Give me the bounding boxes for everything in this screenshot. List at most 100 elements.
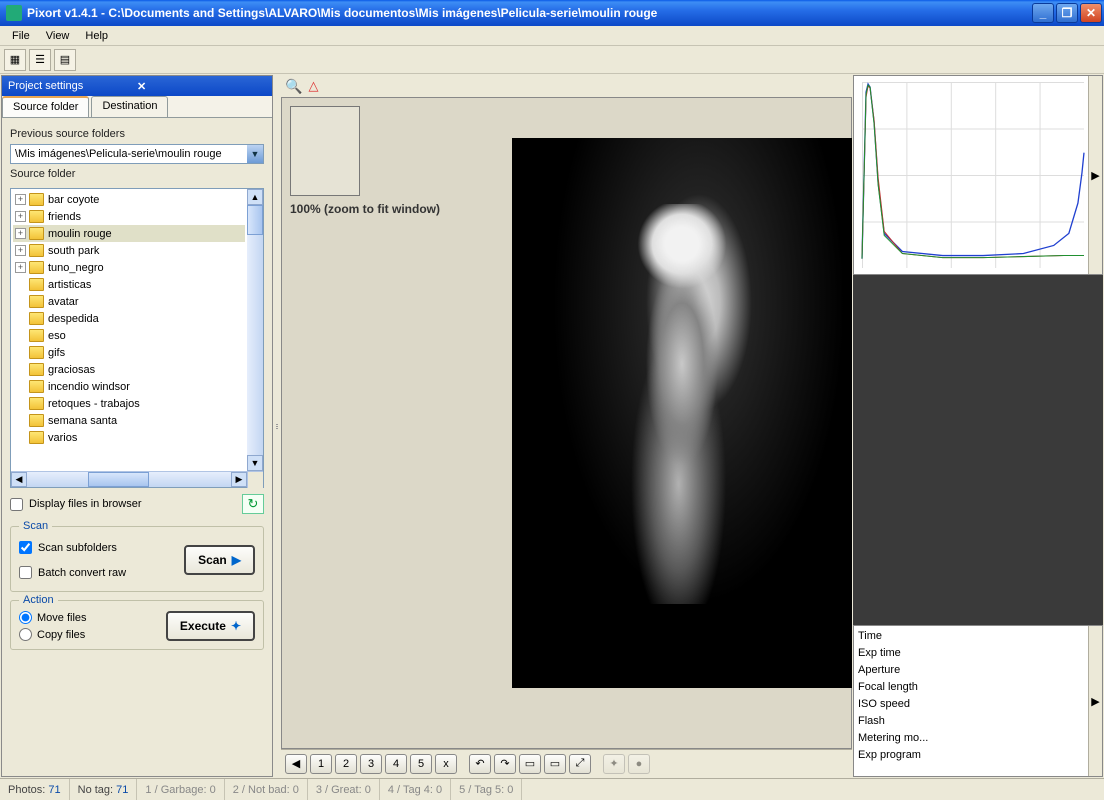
hscroll-left-icon[interactable]: ◀ [11,472,27,487]
previous-folders-combo[interactable]: \Mis imágenes\Pelicula-serie\moulin roug… [10,144,264,164]
image-button-bar: ◀ 1 2 3 4 5 x ↶ ↷ ▭ ▭ ⤢ ✦ ● [281,749,852,777]
tree-item[interactable]: artisticas [13,276,245,293]
exif-panel: TimeExp timeApertureFocal lengthISO spee… [853,625,1103,777]
tree-item[interactable]: +friends [13,208,245,225]
expander-icon[interactable]: + [15,194,26,205]
tree-item[interactable]: + tuno_negro [13,259,245,276]
thumbnail-frame[interactable] [290,106,360,196]
menubar: File View Help [0,26,1104,46]
tag-x-button[interactable]: x [435,754,457,774]
tree-item-label: varios [48,432,77,444]
exif-row: Metering mo... [858,730,1084,747]
tree-item-label: tuno_negro [48,262,104,274]
expander-icon[interactable]: + [15,262,26,273]
tree-item[interactable]: retoques - trabajos [13,395,245,412]
histogram-panel: ▶ [853,75,1103,275]
panel-tabs: Source folder Destination [2,96,272,118]
tree-item[interactable]: eso [13,327,245,344]
tree-item[interactable]: +bar coyote [13,191,245,208]
exif-row: Exp time [858,645,1084,662]
copy-files-radio[interactable] [19,628,32,641]
tree-item[interactable]: despedida [13,310,245,327]
folder-tree[interactable]: +bar coyote+friends+moulin rouge+south p… [10,188,264,488]
execute-button[interactable]: Execute✦ [166,611,255,641]
menu-help[interactable]: Help [77,28,116,44]
maximize-button[interactable]: ❐ [1056,3,1078,23]
tag-1-button[interactable]: 1 [310,754,332,774]
tree-item-label: moulin rouge [48,228,112,240]
tag-4-button[interactable]: 4 [385,754,407,774]
expander-icon[interactable]: + [15,228,26,239]
image-toolbar: 🔍 △ [281,75,852,97]
rotate-left-button[interactable]: ↶ [469,754,491,774]
tag-3-button[interactable]: 3 [360,754,382,774]
tab-source-folder[interactable]: Source folder [2,96,89,117]
folder-icon [29,312,44,325]
tree-hscroll[interactable]: ◀ ▶ [11,471,263,487]
scroll-up-icon[interactable]: ▲ [247,189,263,205]
minimize-button[interactable]: _ [1032,3,1054,23]
previous-folders-label: Previous source folders [10,128,264,140]
prev-image-button[interactable]: ◀ [285,754,307,774]
tree-item-label: eso [48,330,66,342]
tool-a-button: ✦ [603,754,625,774]
tag-2-button[interactable]: 2 [335,754,357,774]
tree-item-label: despedida [48,313,99,325]
scroll-down-icon[interactable]: ▼ [247,455,263,471]
hscroll-thumb[interactable] [88,472,149,487]
center-area: 🔍 △ 100% (zoom to fit window) ◀ 1 2 3 4 … [281,75,852,777]
crop-button[interactable]: ▭ [519,754,541,774]
panel-title: Project settings [8,80,137,92]
toolbar-btn-3[interactable]: ▤ [54,49,76,71]
expander-icon[interactable]: + [15,211,26,222]
toolbar-btn-2[interactable]: ☰ [29,49,51,71]
tree-item[interactable]: incendio windsor [13,378,245,395]
display-files-checkbox[interactable] [10,498,23,511]
batch-convert-checkbox[interactable] [19,566,32,579]
combo-drop-icon[interactable]: ▼ [247,145,263,163]
scan-subfolders-checkbox[interactable] [19,541,32,554]
tag-5-button[interactable]: 5 [410,754,432,774]
exif-row: Flash [858,713,1084,730]
exif-collapse-button[interactable]: ▶ [1088,626,1102,776]
window-title: Pixort v1.4.1 - C:\Documents and Setting… [27,6,1030,20]
scan-group: Scan Scan subfolders Batch convert raw S… [10,526,264,592]
menu-file[interactable]: File [4,28,38,44]
scroll-thumb[interactable] [247,205,263,235]
splitter-vertical[interactable] [274,74,280,778]
status-tag5: 5 / Tag 5: 0 [451,779,522,800]
tree-item[interactable]: +south park [13,242,245,259]
main-image [512,138,852,688]
move-files-radio[interactable] [19,611,32,624]
tree-item[interactable]: gifs [13,344,245,361]
menu-view[interactable]: View [38,28,78,44]
image-viewport[interactable]: 100% (zoom to fit window) [281,97,852,749]
right-column: ▶ TimeExp timeApertureFocal lengthISO sp… [853,75,1103,777]
tab-destination[interactable]: Destination [91,96,168,117]
tree-item[interactable]: avatar [13,293,245,310]
tree-item[interactable]: + moulin rouge [13,225,245,242]
refresh-button[interactable]: ↻ [242,494,264,514]
magnify-icon[interactable]: 🔍 [285,78,302,95]
tree-item[interactable]: graciosas [13,361,245,378]
histogram-chart [862,82,1084,264]
tree-item[interactable]: varios [13,429,245,446]
hscroll-right-icon[interactable]: ▶ [231,472,247,487]
panel-close-icon[interactable]: ✕ [137,80,266,93]
scan-legend: Scan [19,520,52,532]
status-garbage: 1 / Garbage: 0 [137,779,224,800]
toolbar-btn-1[interactable]: ▦ [4,49,26,71]
expander-icon[interactable]: + [15,245,26,256]
main-toolbar: ▦ ☰ ▤ [0,46,1104,74]
aspect-button[interactable]: ▭ [544,754,566,774]
tree-item[interactable]: semana santa [13,412,245,429]
rotate-right-button[interactable]: ↷ [494,754,516,774]
fullscreen-button[interactable]: ⤢ [569,754,591,774]
tree-vscroll[interactable]: ▲ ▼ [247,189,263,471]
display-files-label: Display files in browser [29,498,141,510]
close-button[interactable]: ✕ [1080,3,1102,23]
scan-button[interactable]: Scan▶ [184,545,255,575]
exif-row: Focal length [858,679,1084,696]
warning-icon[interactable]: △ [308,78,318,94]
histogram-collapse-button[interactable]: ▶ [1088,76,1102,274]
